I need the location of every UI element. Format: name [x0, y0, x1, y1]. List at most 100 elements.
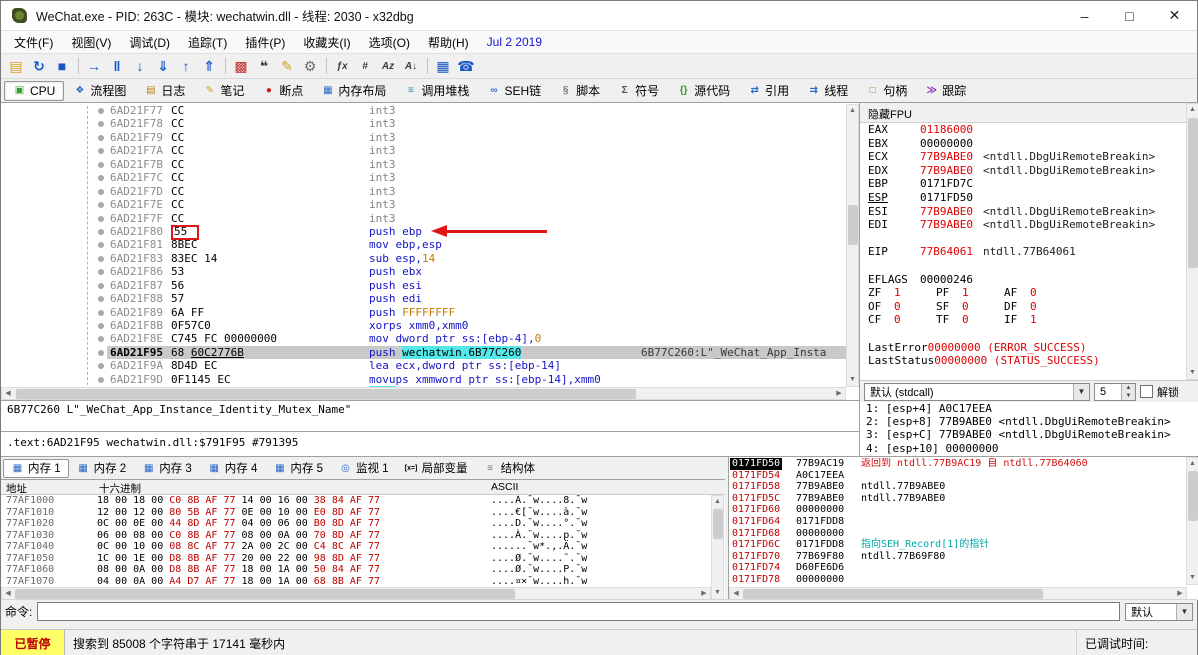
breakpoint-dot[interactable] [98, 242, 104, 249]
tab-内存 1[interactable]: ▦ 内存 1 [3, 458, 69, 478]
scrollbar-thumb[interactable] [713, 509, 723, 539]
breakpoint-dot[interactable] [98, 269, 104, 276]
tab-流程图[interactable]: ❖ 流程图 [64, 81, 135, 101]
stack-row[interactable]: 0171FD74 D60FE6D6 [729, 562, 1187, 574]
unlock-checkbox[interactable] [1140, 385, 1153, 398]
tab-调用堆栈[interactable]: ≡ 调用堆栈 [395, 81, 478, 101]
breakpoint-dot[interactable] [98, 202, 104, 209]
stack-row[interactable]: 0171FD68 00000000 [729, 528, 1187, 540]
disasm-row[interactable]: 6AD21F7C CC int3 [1, 171, 846, 184]
register-row[interactable]: EBP 0171FD7C [860, 177, 1186, 191]
breakpoint-dot[interactable] [98, 148, 104, 155]
register-row[interactable] [860, 327, 1186, 341]
disasm-row[interactable]: 6AD21F80 55 push ebp [1, 224, 846, 240]
scroll-left-icon[interactable]: ◀ [730, 588, 742, 599]
tab-日志[interactable]: ▤ 日志 [135, 81, 194, 101]
tab-符号[interactable]: Σ 符号 [609, 81, 668, 101]
tab-断点[interactable]: ● 断点 [253, 81, 312, 101]
tab-SEH链[interactable]: ∞ SEH链 [478, 81, 550, 101]
register-row[interactable]: ESP 0171FD50 [860, 191, 1186, 205]
memory-row[interactable]: 77AF1060 08 00 0A 00 D8 8B AF 77 18 00 1A… [1, 564, 711, 576]
breakpoint-dot[interactable] [98, 282, 104, 289]
scrollbar-thumb[interactable] [743, 589, 1043, 599]
stack-row[interactable]: 0171FD78 00000000 [729, 574, 1187, 586]
disasm-row[interactable]: 6AD21F79 CC int3 [1, 131, 846, 144]
stack-row[interactable]: 0171FD60 00000000 [729, 504, 1187, 516]
scroll-up-icon[interactable]: ▲ [712, 496, 723, 508]
memory-row[interactable]: 77AF1000 18 00 18 00 C0 8B AF 77 14 00 16… [1, 495, 711, 507]
tab-内存 4[interactable]: ▦ 内存 4 [200, 459, 266, 478]
breakpoint-dot[interactable] [98, 108, 104, 114]
tab-内存 5[interactable]: ▦ 内存 5 [265, 459, 331, 478]
chevron-down-icon[interactable]: ▼ [1176, 603, 1192, 620]
scroll-right-icon[interactable]: ▶ [1174, 588, 1186, 599]
memory-icon[interactable]: ▦ [432, 56, 454, 76]
register-row[interactable]: EDX 77B9ABE0 <ntdll.DbgUiRemoteBreakin> [860, 164, 1186, 178]
memory-row[interactable]: 77AF1010 12 00 12 00 80 5B AF 77 0E 00 10… [1, 507, 711, 519]
scroll-down-icon[interactable]: ▼ [847, 374, 858, 386]
breakpoint-dot[interactable] [98, 121, 104, 128]
breakpoint-dot[interactable] [98, 215, 104, 222]
stop-icon[interactable]: ■ [51, 56, 73, 76]
register-row[interactable]: ESI 77B9ABE0 <ntdll.DbgUiRemoteBreakin> [860, 205, 1186, 219]
scroll-right-icon[interactable]: ▶ [833, 388, 845, 399]
spin-up-icon[interactable]: ▲ [1122, 383, 1135, 392]
memory-vscrollbar[interactable]: ▲ ▼ [711, 495, 724, 600]
scroll-down-icon[interactable]: ▼ [712, 587, 723, 599]
tab-脚本[interactable]: § 脚本 [550, 81, 609, 101]
scrollbar-thumb[interactable] [16, 389, 636, 399]
disasm-row[interactable]: 6AD21F8B 0F57C0 xorps xmm0,xmm0 [1, 319, 846, 332]
restart-icon[interactable]: ↻ [28, 56, 50, 76]
disasm-row[interactable]: 6AD21F7F CC int3 [1, 212, 846, 225]
stack-row[interactable]: 0171FD6C 0171FDD8 指向SEH_Record[1]的指针 [729, 539, 1187, 551]
tab-内存 2[interactable]: ▦ 内存 2 [69, 459, 135, 478]
scroll-left-icon[interactable]: ◀ [2, 588, 14, 599]
step-into-icon[interactable]: ↓ [129, 56, 151, 76]
menu-item-4[interactable]: 插件(P) [236, 31, 294, 54]
stack-row[interactable]: 0171FD64 0171FDD8 [729, 516, 1187, 528]
disasm-row[interactable]: 6AD21F83 83EC 14 sub esp,14 [1, 252, 846, 265]
disasm-row[interactable]: 6AD21F86 53 push ebx [1, 265, 846, 278]
scrollbar-thumb[interactable] [848, 205, 858, 245]
disasm-row[interactable]: 6AD21F7B CC int3 [1, 158, 846, 171]
disassembly-vscrollbar[interactable]: ▲ ▼ [846, 104, 859, 387]
scrollbar-thumb[interactable] [1188, 471, 1198, 521]
patches-icon[interactable]: ▩ [230, 56, 252, 76]
settings-icon[interactable]: ⚙ [299, 56, 321, 76]
scroll-up-icon[interactable]: ▲ [1187, 458, 1198, 470]
register-row[interactable] [860, 368, 1186, 381]
breakpoint-dot[interactable] [98, 228, 104, 235]
calculator-icon[interactable]: ƒx [331, 56, 353, 76]
breakpoint-dot[interactable] [98, 255, 104, 262]
menu-item-6[interactable]: 选项(O) [360, 31, 419, 54]
register-row[interactable]: LastError00000000 (ERROR_SUCCESS) [860, 341, 1186, 355]
command-script-dropdown[interactable]: 默认 ▼ [1125, 602, 1193, 621]
a-sort-icon[interactable]: A↓ [400, 56, 422, 76]
disasm-row[interactable]: 6AD21F8E C745 FC 00000000 mov dword ptr ss… [1, 332, 846, 345]
calling-convention-dropdown[interactable]: 默认 (stdcall) ▼ [864, 382, 1090, 401]
breakpoint-dot[interactable] [98, 175, 104, 182]
scroll-left-icon[interactable]: ◀ [2, 388, 14, 399]
tab-内存 3[interactable]: ▦ 内存 3 [134, 459, 200, 478]
tab-笔记[interactable]: ✎ 笔记 [194, 81, 253, 101]
open-file-icon[interactable]: ▤ [5, 56, 27, 76]
minimize-button[interactable]: – [1062, 1, 1107, 30]
comment-icon[interactable]: ❝ [253, 56, 275, 76]
disasm-row[interactable]: 6AD21F9A 8D4D EC lea ecx,dword ptr ss:[ebp… [1, 359, 846, 372]
az-icon[interactable]: Az [377, 56, 399, 76]
register-row[interactable]: ECX 77B9ABE0 <ntdll.DbgUiRemoteBreakin> [860, 150, 1186, 164]
spin-down-icon[interactable]: ▼ [1122, 391, 1135, 400]
tab-CPU[interactable]: ▣ CPU [4, 80, 65, 101]
tab-结构体[interactable]: ≡ 结构体 [476, 459, 544, 478]
tab-句柄[interactable]: □ 句柄 [857, 81, 916, 101]
execute-till-return-icon[interactable]: ↑ [175, 56, 197, 76]
tab-引用[interactable]: ⇄ 引用 [739, 81, 798, 101]
breakpoint-dot[interactable] [98, 188, 104, 195]
menu-item-2[interactable]: 调试(D) [120, 31, 179, 54]
hide-fpu-button[interactable]: 隐藏FPU [860, 103, 1198, 123]
scrollbar-thumb[interactable] [15, 589, 515, 599]
breakpoint-dot[interactable] [98, 309, 104, 316]
disassembly-hscrollbar[interactable]: ◀ ▶ [1, 387, 846, 400]
label-icon[interactable]: ✎ [276, 56, 298, 76]
disasm-row[interactable]: 6AD21F7E CC int3 [1, 198, 846, 211]
